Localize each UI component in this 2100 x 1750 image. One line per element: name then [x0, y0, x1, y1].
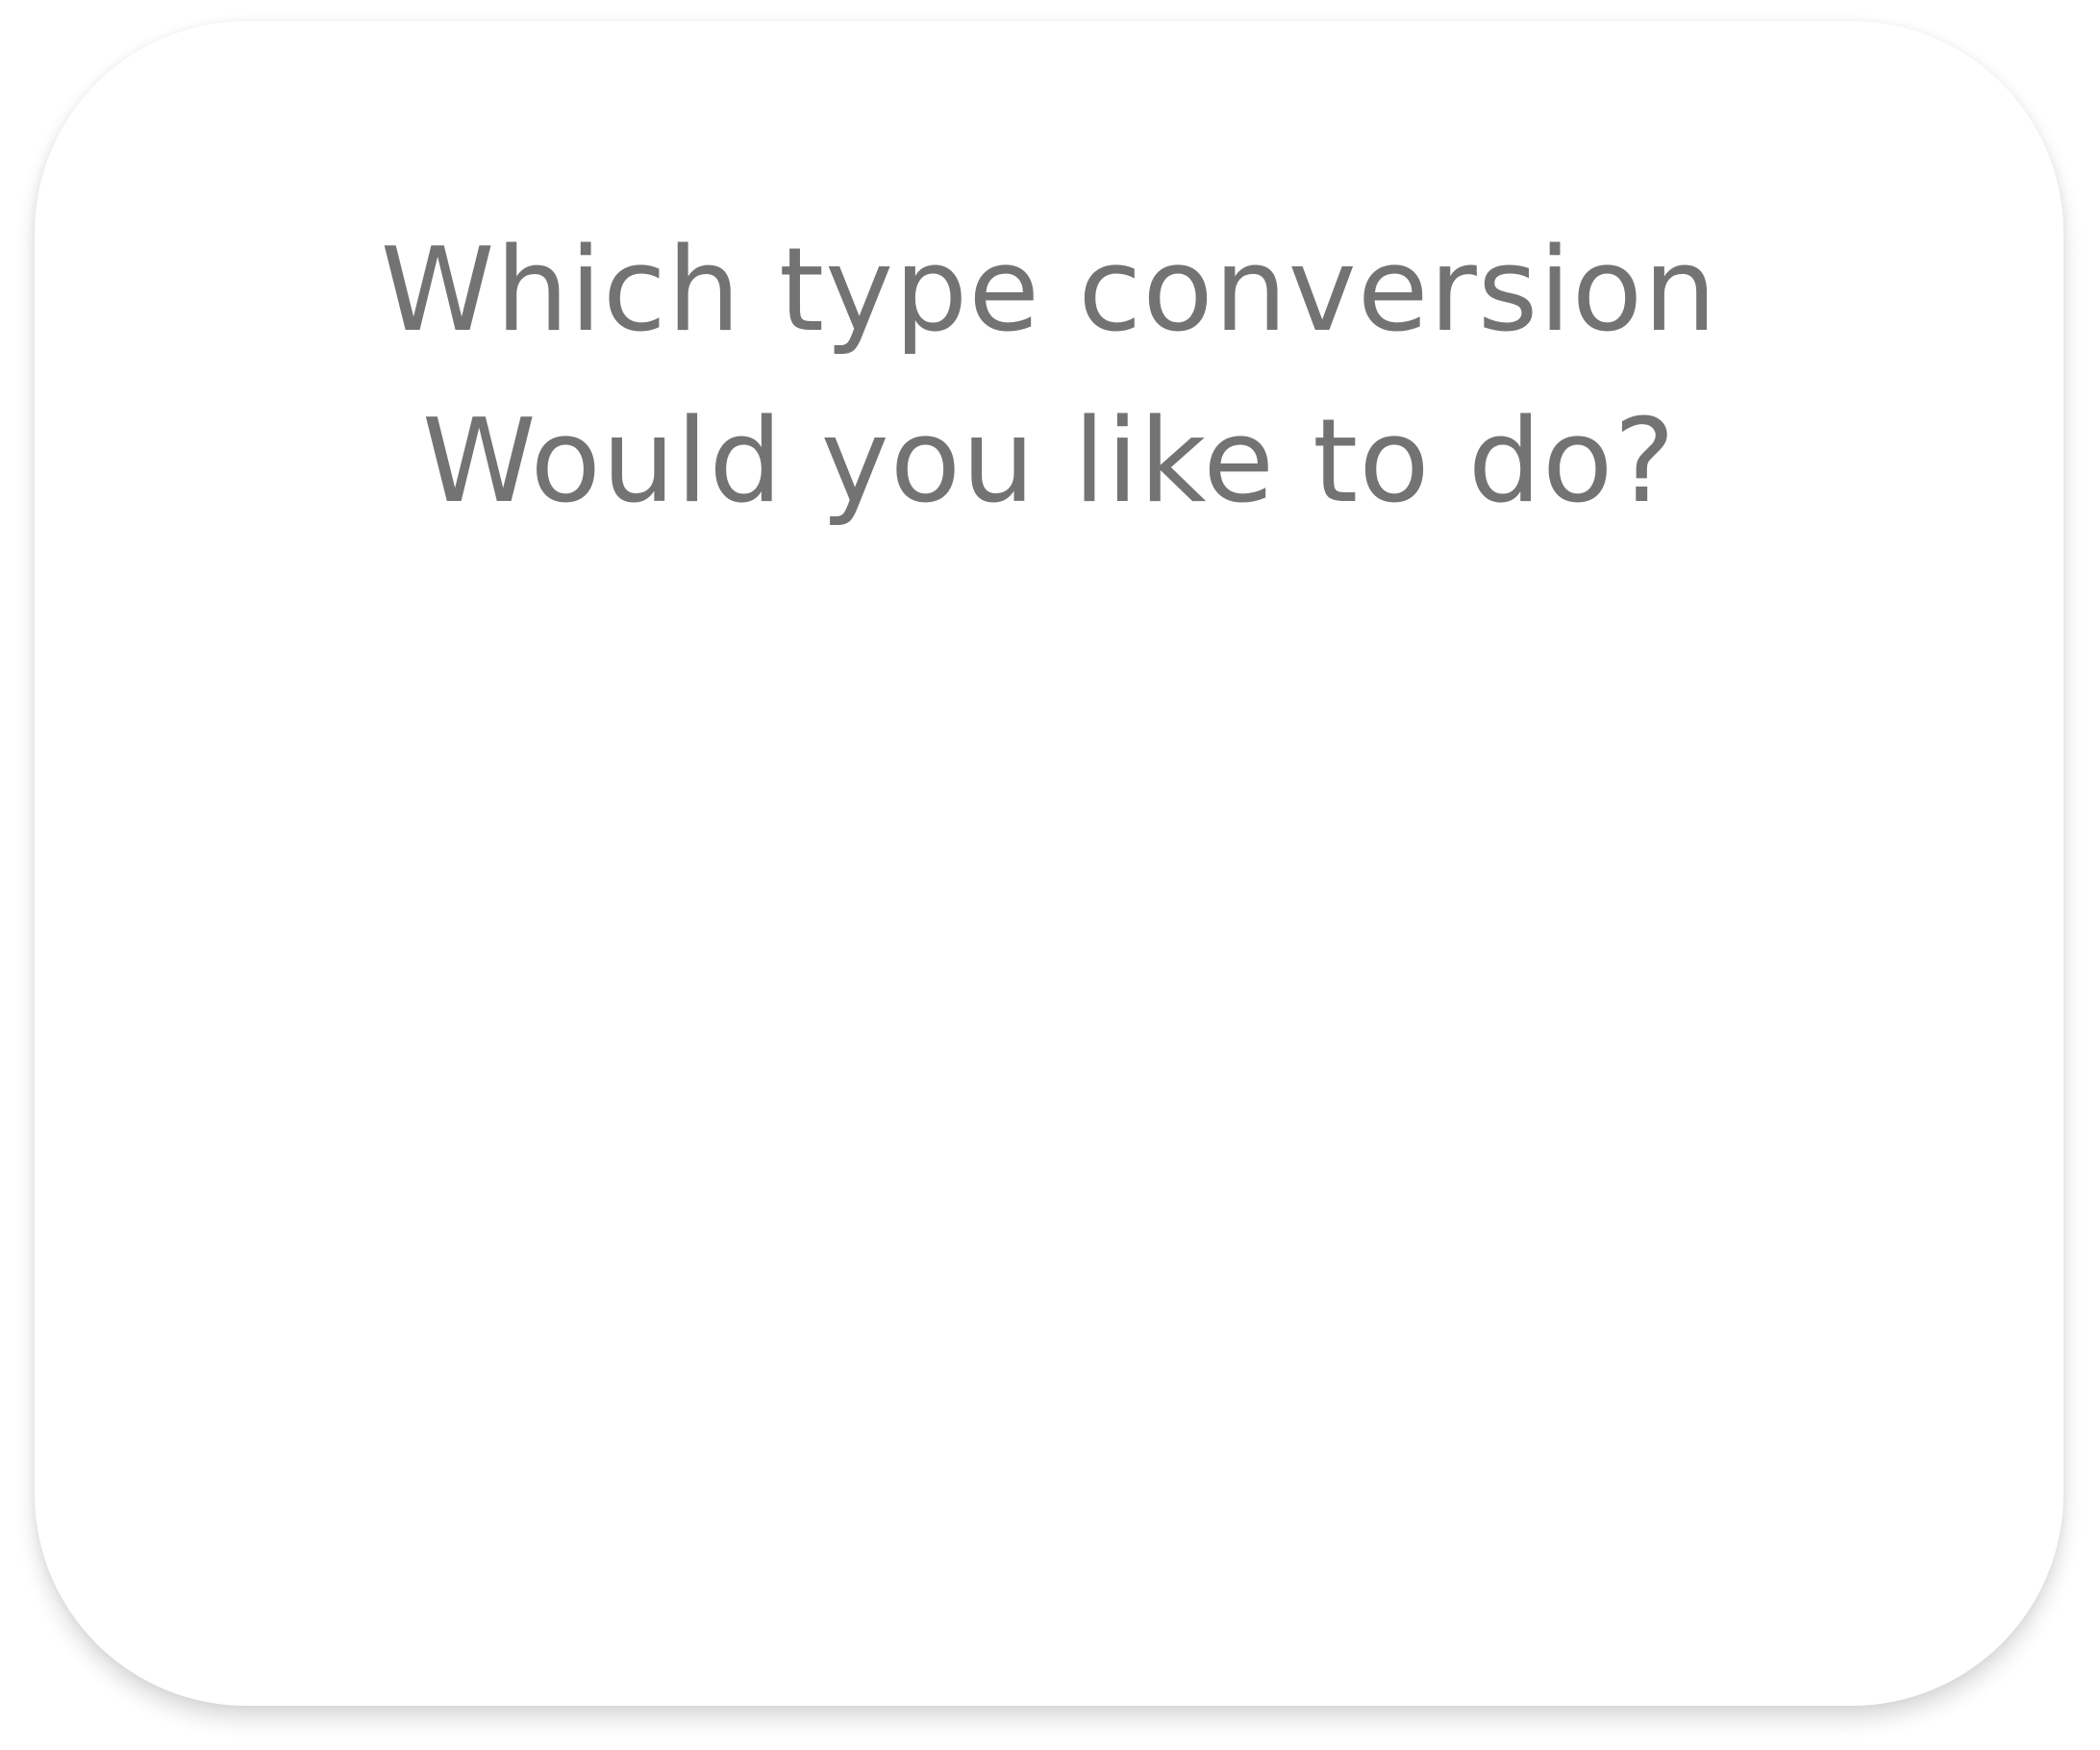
question-heading: Which type conversion Would you like to …: [380, 224, 1718, 529]
conversion-type-card: Which type conversion Would you like to …: [35, 21, 2063, 1706]
screen: Which type conversion Would you like to …: [0, 0, 2100, 1750]
